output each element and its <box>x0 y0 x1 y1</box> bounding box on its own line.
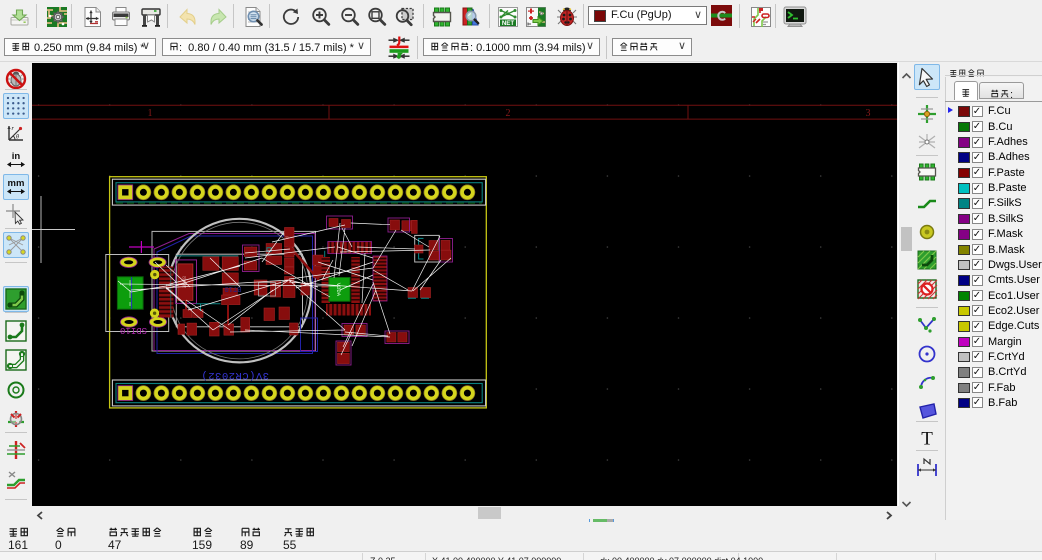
svg-text:3: 3 <box>866 108 871 119</box>
svg-text:θ: θ <box>16 135 19 141</box>
svg-text:in: in <box>12 151 21 162</box>
svg-text:r: r <box>12 126 15 132</box>
svg-text:mm: mm <box>8 178 25 189</box>
svg-text:3V(CR2032): 3V(CR2032) <box>201 369 269 381</box>
svg-text:2: 2 <box>506 108 511 119</box>
svg-text:SDI10: SDI10 <box>120 325 147 335</box>
svg-text:1: 1 <box>148 108 153 119</box>
svg-text:NET: NET <box>501 20 514 27</box>
svg-text:T: T <box>921 429 933 450</box>
